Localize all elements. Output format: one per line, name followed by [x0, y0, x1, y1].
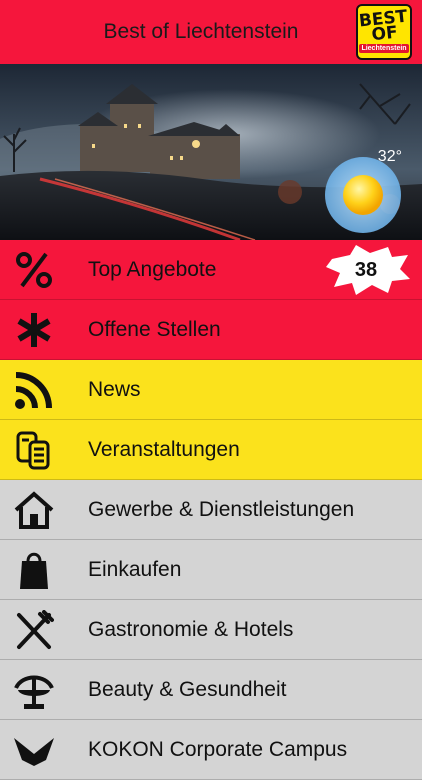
tickets-icon	[0, 420, 68, 479]
offer-count-badge: 38	[326, 245, 410, 295]
fountain-icon	[0, 660, 68, 719]
rss-icon	[0, 360, 68, 419]
menu-item-label: News	[88, 377, 141, 401]
logo-subtext: Liechtenstein	[359, 43, 409, 53]
menu-item-label: Offene Stellen	[88, 317, 221, 341]
fork-knife-icon	[0, 600, 68, 659]
menu-item-offene-stellen[interactable]: Offene Stellen	[0, 300, 422, 360]
offer-count: 38	[354, 258, 378, 281]
temperature-label: 32°	[377, 148, 402, 165]
shopping-bag-icon	[0, 540, 68, 599]
menu-item-gastronomie-hotels[interactable]: Gastronomie & Hotels	[0, 600, 422, 660]
house-icon	[0, 480, 68, 539]
menu-item-label: Beauty & Gesundheit	[88, 677, 287, 701]
menu-item-label: Gastronomie & Hotels	[88, 617, 294, 641]
menu-item-veranstaltungen[interactable]: Veranstaltungen	[0, 420, 422, 480]
menu-item-news[interactable]: News	[0, 360, 422, 420]
menu-item-gewerbe-dienstleistungen[interactable]: Gewerbe & Dienstleistungen	[0, 480, 422, 540]
percent-icon	[0, 240, 68, 299]
menu-item-einkaufen[interactable]: Einkaufen	[0, 540, 422, 600]
menu-item-label: Veranstaltungen	[88, 437, 240, 461]
menu-item-beauty-gesundheit[interactable]: Beauty & Gesundheit	[0, 660, 422, 720]
weather-widget[interactable]: 32°	[320, 148, 406, 236]
logo-text: BEST OF	[358, 6, 409, 45]
best-of-logo[interactable]: BEST OF Liechtenstein	[356, 4, 412, 60]
asterisk-icon	[0, 300, 68, 359]
hero-image-castle: 32°	[0, 64, 422, 240]
app-title: Best of Liechtenstein	[103, 20, 299, 43]
app-header: Best of Liechtenstein BEST OF Liechtenst…	[0, 0, 422, 64]
menu-item-label: Top Angebote	[88, 257, 217, 281]
menu-item-kokon-corporate-campus[interactable]: KOKON Corporate Campus	[0, 720, 422, 780]
menu-item-label: Gewerbe & Dienstleistungen	[88, 497, 355, 521]
menu-item-top-angebote[interactable]: Top Angebote 38	[0, 240, 422, 300]
menu-item-label: Einkaufen	[88, 557, 182, 581]
main-menu: Top Angebote 38 Offene Stellen News Vera…	[0, 240, 422, 780]
